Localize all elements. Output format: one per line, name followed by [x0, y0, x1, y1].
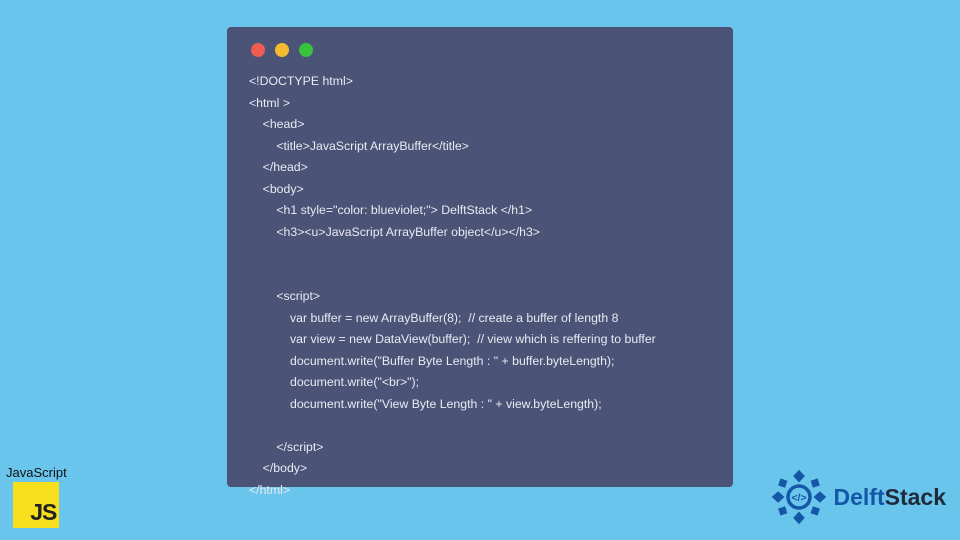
code-block: <!DOCTYPE html> <html > <head> <title>Ja… [249, 71, 711, 501]
javascript-badge: JavaScript JS [6, 465, 67, 528]
javascript-logo-icon: JS [13, 482, 59, 528]
close-icon [251, 43, 265, 57]
delftstack-brand: </> DelftStack [770, 468, 947, 526]
window-controls [251, 43, 711, 57]
delftstack-logo-icon: </> [770, 468, 828, 526]
maximize-icon [299, 43, 313, 57]
minimize-icon [275, 43, 289, 57]
code-window: <!DOCTYPE html> <html > <head> <title>Ja… [227, 27, 733, 487]
delftstack-wordmark: DelftStack [834, 484, 947, 511]
javascript-label: JavaScript [6, 465, 67, 480]
brand-second: Stack [885, 484, 946, 510]
javascript-logo-text: JS [30, 499, 56, 526]
brand-first: Delft [834, 484, 885, 510]
svg-text:</>: </> [791, 493, 806, 504]
